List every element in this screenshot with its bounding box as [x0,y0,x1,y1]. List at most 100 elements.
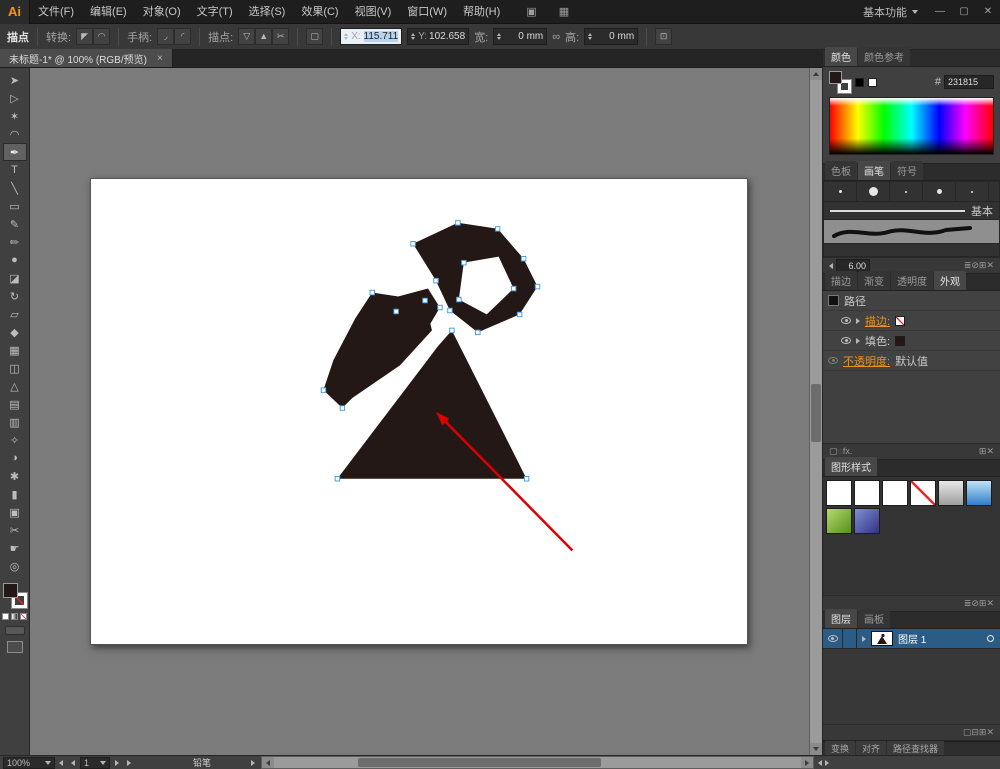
art-brush-row[interactable] [824,220,999,244]
eyedropper-tool[interactable]: ✧ [3,431,27,449]
tab-close-icon[interactable]: × [157,53,163,64]
collapsed-panel-tab[interactable]: 路径查找器 [887,741,944,756]
opacity-label[interactable]: 不透明度: [843,353,890,369]
last-artboard-button[interactable] [123,760,135,766]
decrease-icon[interactable] [829,263,833,269]
hide-handles-button[interactable]: ◜ [174,28,191,45]
collapsed-panel-tab[interactable]: 变换 [825,741,855,756]
drawing-mode-button[interactable] [5,626,25,635]
convert-to-smooth-button[interactable]: ◠ [93,28,110,45]
hex-value-input[interactable]: 231815 [944,75,994,89]
width-tool[interactable]: ◆ [3,323,27,341]
direct-selection-tool[interactable]: ▷ [3,89,27,107]
panel-tab[interactable]: 描边 [825,271,857,290]
status-expander-icon[interactable] [251,760,255,766]
delete-layer-icon[interactable]: ✕ [986,727,994,737]
stepper-icon[interactable] [344,33,348,40]
style-green-texture[interactable] [826,508,852,534]
panel-tab[interactable]: 颜色参考 [858,47,910,66]
magic-wand-tool[interactable]: ✶ [3,107,27,125]
delete-style-icon[interactable]: ✕ [986,598,994,608]
pencil-tool[interactable]: ✏ [3,233,27,251]
panel-tab[interactable]: 图形样式 [825,457,877,476]
horizontal-scroll-thumb[interactable] [358,758,600,767]
panel-tab[interactable]: 画板 [858,609,890,628]
height-input[interactable]: 0 mm [584,28,638,45]
type-tool[interactable]: T [3,161,27,179]
scroll-up-button[interactable] [810,68,822,80]
arrange-documents-icon[interactable]: ▣ [522,5,540,18]
artboard-number-field[interactable]: 1 [80,757,110,769]
paintbrush-tool[interactable]: ✎ [3,215,27,233]
convert-to-corner-button[interactable]: ◤ [76,28,93,45]
dock-scroll-left-icon[interactable] [818,760,822,766]
scroll-left-button[interactable] [262,757,274,768]
delete-brush-icon[interactable]: ✕ [986,260,994,270]
visibility-eye-icon[interactable] [841,317,851,324]
disclosure-icon[interactable] [856,338,860,344]
vertical-scroll-thumb[interactable] [811,384,821,442]
style-default[interactable] [826,480,852,506]
shape-builder-tool[interactable]: ◫ [3,359,27,377]
appearance-opacity-row[interactable]: 不透明度: 默认值 [823,351,1000,371]
mesh-tool[interactable]: ▤ [3,395,27,413]
style-blue-gradient[interactable] [966,480,992,506]
style-2[interactable] [854,480,880,506]
next-artboard-button[interactable] [111,760,123,766]
break-link-icon[interactable]: ⊘ [971,598,979,608]
panel-tab[interactable]: 画笔 [858,161,890,180]
document-layout-icon[interactable]: ▦ [555,5,573,18]
symbol-sprayer-tool[interactable]: ✱ [3,467,27,485]
style-gray-gradient[interactable] [938,480,964,506]
workspace-switcher[interactable]: 基本功能 [853,4,928,20]
appearance-path-row[interactable]: 路径 [823,291,1000,311]
panel-tab[interactable]: 色板 [825,161,857,180]
canvas[interactable] [30,68,822,755]
menu-item[interactable]: 文字(T) [189,0,241,24]
collapsed-panel-tab[interactable]: 对齐 [856,741,886,756]
stepper-icon[interactable] [588,33,592,40]
layer-visibility-eye-icon[interactable] [823,629,843,649]
menu-item[interactable]: 视图(V) [347,0,400,24]
cut-path-button[interactable]: ✂ [272,28,289,45]
slice-tool[interactable]: ✂ [3,521,27,539]
line-segment-tool[interactable]: ╲ [3,179,27,197]
rotate-tool[interactable]: ↻ [3,287,27,305]
isolate-selection-icon[interactable]: ▢ [306,28,323,45]
new-sublayer-icon[interactable]: ⊟ [971,727,979,737]
scroll-right-button[interactable] [801,757,813,768]
scale-tool[interactable]: ▱ [3,305,27,323]
y-input[interactable]: Y: 102.658 [407,28,469,45]
brush-swatch[interactable] [890,182,923,202]
panel-tab[interactable]: 透明度 [891,271,933,290]
first-artboard-button[interactable] [55,760,67,766]
fill-stroke-widget[interactable] [3,583,27,608]
perspective-grid-tool[interactable]: △ [3,377,27,395]
artboard-tool[interactable]: ▣ [3,503,27,521]
disclosure-icon[interactable] [857,636,871,642]
zoom-level-select[interactable]: 100% [3,757,55,769]
horizontal-scrollbar[interactable] [261,756,814,769]
fill-color-swatch[interactable] [895,336,905,346]
eraser-tool[interactable]: ◪ [3,269,27,287]
disclosure-icon[interactable] [856,318,860,324]
control-bar-menu-icon[interactable]: ⊡ [655,28,672,45]
screen-mode-button[interactable] [7,641,23,653]
layer-lock-cell[interactable] [843,629,857,649]
fill-swatch[interactable] [3,583,18,598]
brush-swatch[interactable] [923,182,956,202]
visibility-eye-icon[interactable] [828,357,838,364]
scroll-down-button[interactable] [810,743,822,755]
width-input[interactable]: 0 mm [493,28,547,45]
gradient-button[interactable] [11,613,18,620]
basic-brush-row[interactable]: 基本 [824,202,999,220]
color-spectrum[interactable] [829,97,994,155]
color-button[interactable] [2,613,9,620]
previous-artboard-button[interactable] [67,760,79,766]
none-button[interactable] [20,613,27,620]
stroke-color-swatch[interactable] [895,316,905,326]
delete-item-icon[interactable]: ✕ [986,446,994,456]
layer-name[interactable]: 图层 1 [898,631,926,646]
minimize-button[interactable]: — [928,0,952,24]
add-anchor-button[interactable]: ▲ [255,28,272,45]
